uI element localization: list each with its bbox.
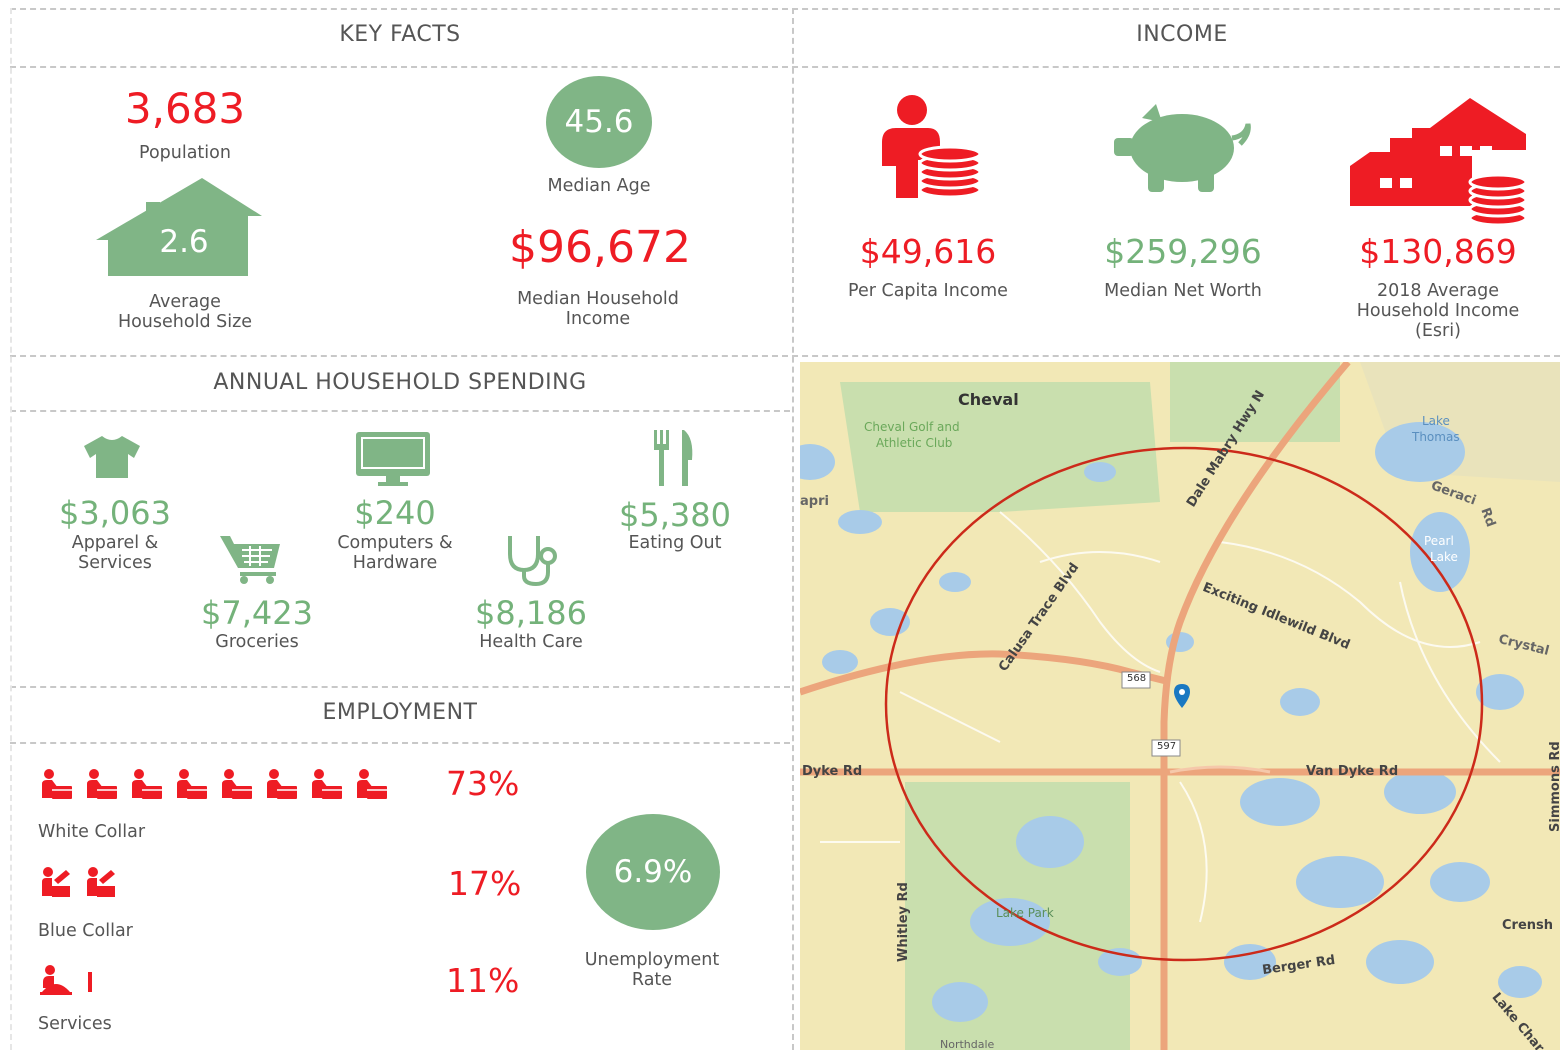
services-worker-icon [40, 965, 72, 995]
white-collar-worker-icon [42, 769, 72, 799]
average-household-income-label-3: (Esri) [1415, 321, 1461, 341]
services-worker-partial-icon [88, 972, 92, 992]
services-label: Services [38, 1014, 112, 1034]
groceries-label: Groceries [215, 632, 299, 652]
map-label-cheval: Cheval [958, 390, 1019, 409]
health-care-label: Health Care [479, 632, 583, 652]
health-care-value: $8,186 [475, 594, 587, 632]
apparel-label-1: Apparel & [71, 533, 159, 553]
area-map[interactable]: Cheval Cheval Golf and Athletic Club Lak… [800, 362, 1560, 1050]
eating-out-label: Eating Out [628, 533, 722, 553]
shopping-cart-icon [220, 536, 280, 584]
services-percent: 11% [446, 961, 520, 1000]
white-collar-worker-icon [132, 769, 162, 799]
map-label-northdale: Northdale [940, 1038, 995, 1050]
average-household-income-value: $130,869 [1359, 232, 1517, 271]
blue-collar-worker-icon [87, 867, 115, 897]
stethoscope-icon [508, 536, 557, 586]
computers-label-2: Hardware [352, 553, 438, 573]
household-size-label-1: Average [149, 292, 221, 312]
household-size-label-2: Household Size [117, 312, 253, 332]
white-collar-worker-icon [87, 769, 117, 799]
population-label: Population [139, 143, 231, 163]
median-household-income-label-1: Median Household [517, 289, 679, 309]
fork-knife-icon [654, 430, 693, 486]
map-label-dyke-rd: Dyke Rd [802, 764, 863, 779]
white-collar-worker-icon [357, 769, 387, 799]
map-label-lake-thomas-1: Lake [1422, 414, 1450, 428]
computers-value: $240 [354, 494, 436, 532]
apparel-value: $3,063 [59, 494, 171, 532]
white-collar-worker-icon [312, 769, 342, 799]
median-net-worth-label: Median Net Worth [1104, 281, 1262, 301]
median-net-worth-value: $259,296 [1104, 232, 1262, 271]
map-label-lake-thomas-2: Thomas [1412, 430, 1460, 444]
white-collar-worker-icon [267, 769, 297, 799]
map-base [800, 362, 1560, 1050]
median-age-circle: 45.6 [546, 76, 652, 168]
map-label-pearl-lake-2: Lake [1430, 550, 1458, 564]
groceries-value: $7,423 [201, 594, 313, 632]
map-label-whitley: Whitley Rd [896, 882, 911, 962]
computer-monitor-icon [356, 432, 430, 486]
blue-collar-label: Blue Collar [38, 921, 133, 941]
map-label-simmons: Simmons Rd [1548, 741, 1560, 832]
map-label-crensh: Crensh [1502, 918, 1554, 933]
unemployment-label-2: Rate [631, 970, 673, 990]
white-collar-percent: 73% [446, 764, 520, 803]
median-household-income-label-2: Income [565, 309, 631, 329]
key-facts-title: KEY FACTS [339, 22, 461, 47]
map-label-athletic-club: Athletic Club [876, 436, 953, 450]
house-coins-icon [1350, 98, 1528, 226]
per-capita-income-value: $49,616 [859, 232, 997, 271]
median-age-label: Median Age [547, 176, 651, 196]
map-label-route-597: 597 [1157, 741, 1177, 752]
employment-title: EMPLOYMENT [322, 700, 478, 725]
average-household-income-label-2: Household Income [1356, 301, 1520, 321]
white-collar-worker-icon [222, 769, 252, 799]
map-label-pearl-lake-1: Pearl [1424, 534, 1454, 548]
unemployment-rate-circle: 6.9% [586, 814, 720, 930]
piggy-bank-icon [1114, 104, 1251, 192]
spending-title: ANNUAL HOUSEHOLD SPENDING [213, 370, 587, 395]
map-label-lake-park: Lake Park [996, 906, 1054, 920]
map-label-capri: apri [800, 494, 829, 509]
computers-label-1: Computers & [337, 533, 453, 553]
shirt-icon [84, 436, 140, 478]
apparel-label-2: Services [78, 553, 152, 573]
median-household-income-value: $96,672 [509, 222, 691, 273]
person-coins-icon [882, 95, 982, 198]
unemployment-label-1: Unemployment [584, 950, 720, 970]
map-label-van-dyke: Van Dyke Rd [1306, 764, 1399, 779]
white-collar-worker-icon [177, 769, 207, 799]
average-household-income-label-1: 2018 Average [1377, 281, 1499, 301]
map-label-route-568: 568 [1127, 673, 1147, 684]
map-label-cheval-golf: Cheval Golf and [864, 420, 960, 434]
income-title: INCOME [1136, 22, 1228, 47]
white-collar-label: White Collar [38, 822, 146, 842]
population-value: 3,683 [124, 84, 246, 133]
per-capita-income-label: Per Capita Income [848, 281, 1008, 301]
blue-collar-percent: 17% [448, 864, 522, 903]
eating-out-value: $5,380 [619, 496, 731, 534]
household-size-value: 2.6 [159, 224, 209, 260]
blue-collar-worker-icon [42, 867, 70, 897]
